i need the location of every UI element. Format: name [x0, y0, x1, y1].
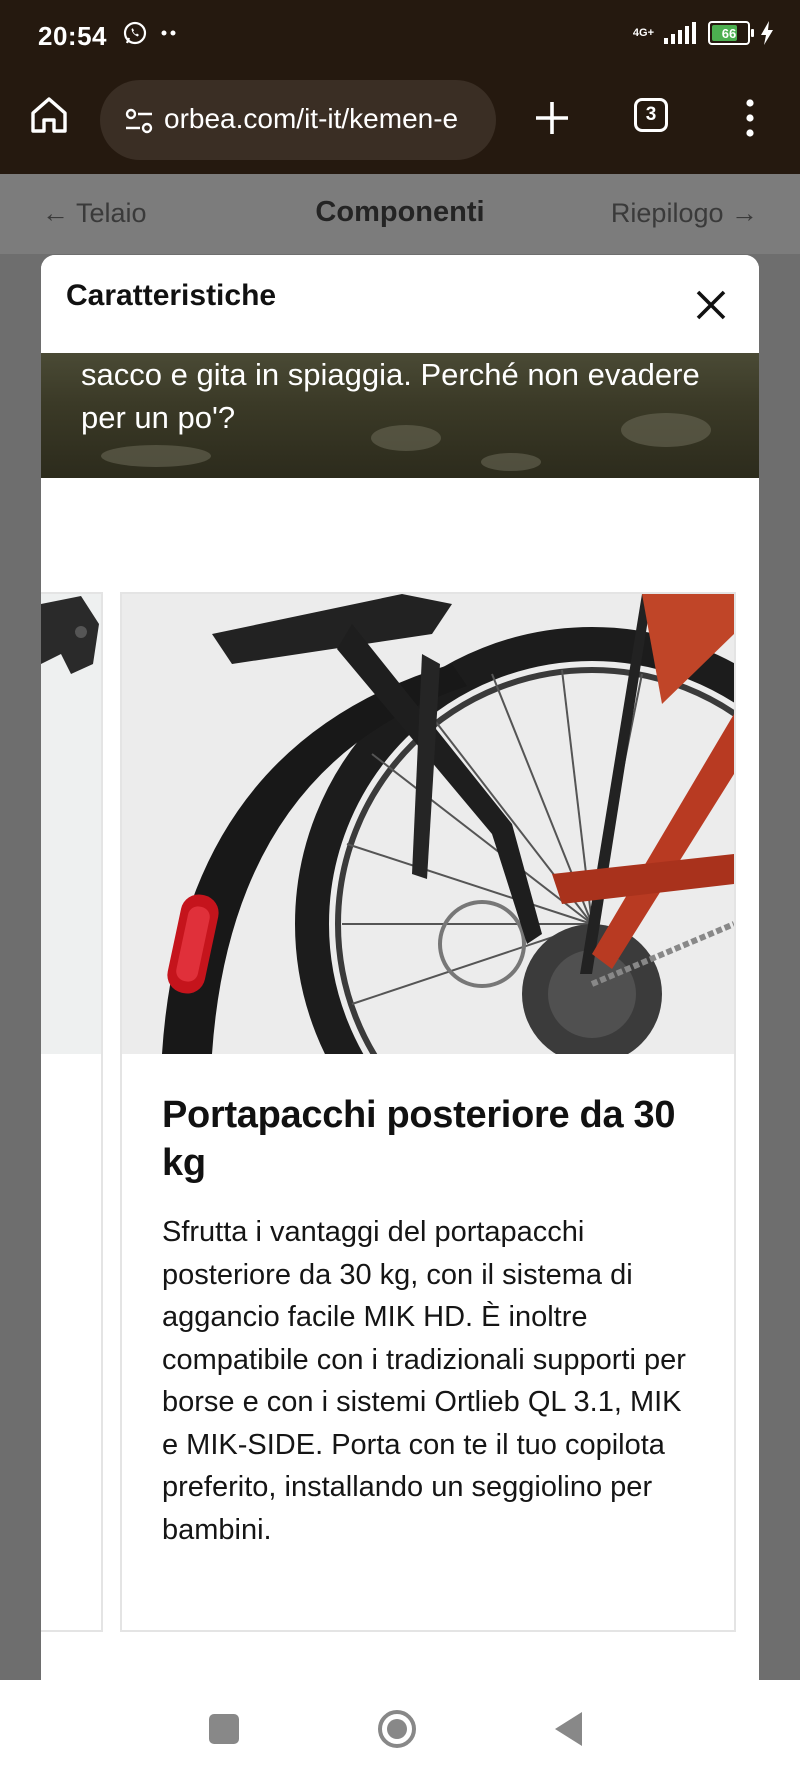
home-icon[interactable] — [28, 94, 70, 136]
battery-level: 66 — [721, 25, 737, 41]
feature-card: Portapacchi posteriore da 30 kg Sfrutta … — [120, 592, 736, 1632]
hero-image: sacco e gita in spiaggia. Perché non eva… — [41, 353, 759, 478]
prev-card-image — [41, 594, 101, 1054]
card-description: Sfrutta i vantaggi del portapacchi poste… — [162, 1216, 686, 1546]
modal-title: Caratteristiche — [66, 279, 277, 312]
charging-icon — [761, 21, 773, 45]
signal-icon — [664, 22, 696, 44]
modal-header: Caratteristiche — [41, 255, 759, 353]
system-nav-bar — [0, 1680, 800, 1778]
recents-button[interactable] — [209, 1714, 239, 1744]
status-icons-right: 4G+ 66 — [633, 21, 774, 45]
network-type: 4G+ — [632, 26, 654, 39]
card-title: Portapacchi posteriore da 30 kg — [162, 1094, 676, 1184]
whatsapp-icon — [123, 21, 147, 45]
configurator-step-nav: ← Telaio Componenti Riepilogo → — [0, 174, 800, 254]
back-button[interactable] — [552, 1710, 586, 1748]
more-dots-icon — [161, 30, 176, 36]
battery-icon: 66 — [708, 21, 754, 45]
more-menu-icon[interactable] — [740, 96, 760, 140]
status-bar: 20:54 4G+ 66 — [0, 0, 800, 72]
status-icons-left — [122, 20, 180, 46]
new-tab-icon[interactable] — [530, 96, 574, 140]
site-settings-icon[interactable] — [124, 106, 154, 136]
carousel-prev-card[interactable] — [41, 592, 103, 1632]
tab-switcher-button[interactable]: 3 — [634, 98, 668, 132]
step-next-link[interactable]: Riepilogo → — [611, 198, 758, 229]
rear-rack-image — [122, 594, 734, 1054]
tab-count: 3 — [645, 104, 657, 125]
hero-text: sacco e gita in spiaggia. Perché non eva… — [81, 357, 700, 435]
url-text: orbea.com/it-it/kemen-e — [164, 103, 459, 134]
close-icon[interactable] — [693, 287, 729, 323]
home-button[interactable] — [376, 1708, 418, 1750]
status-time: 20:54 — [38, 21, 107, 51]
features-modal: Caratteristiche sacco e gita in spiaggia… — [41, 255, 759, 1685]
address-bar[interactable]: orbea.com/it-it/kemen-e — [100, 80, 496, 160]
browser-toolbar: orbea.com/it-it/kemen-e 3 — [0, 72, 800, 174]
